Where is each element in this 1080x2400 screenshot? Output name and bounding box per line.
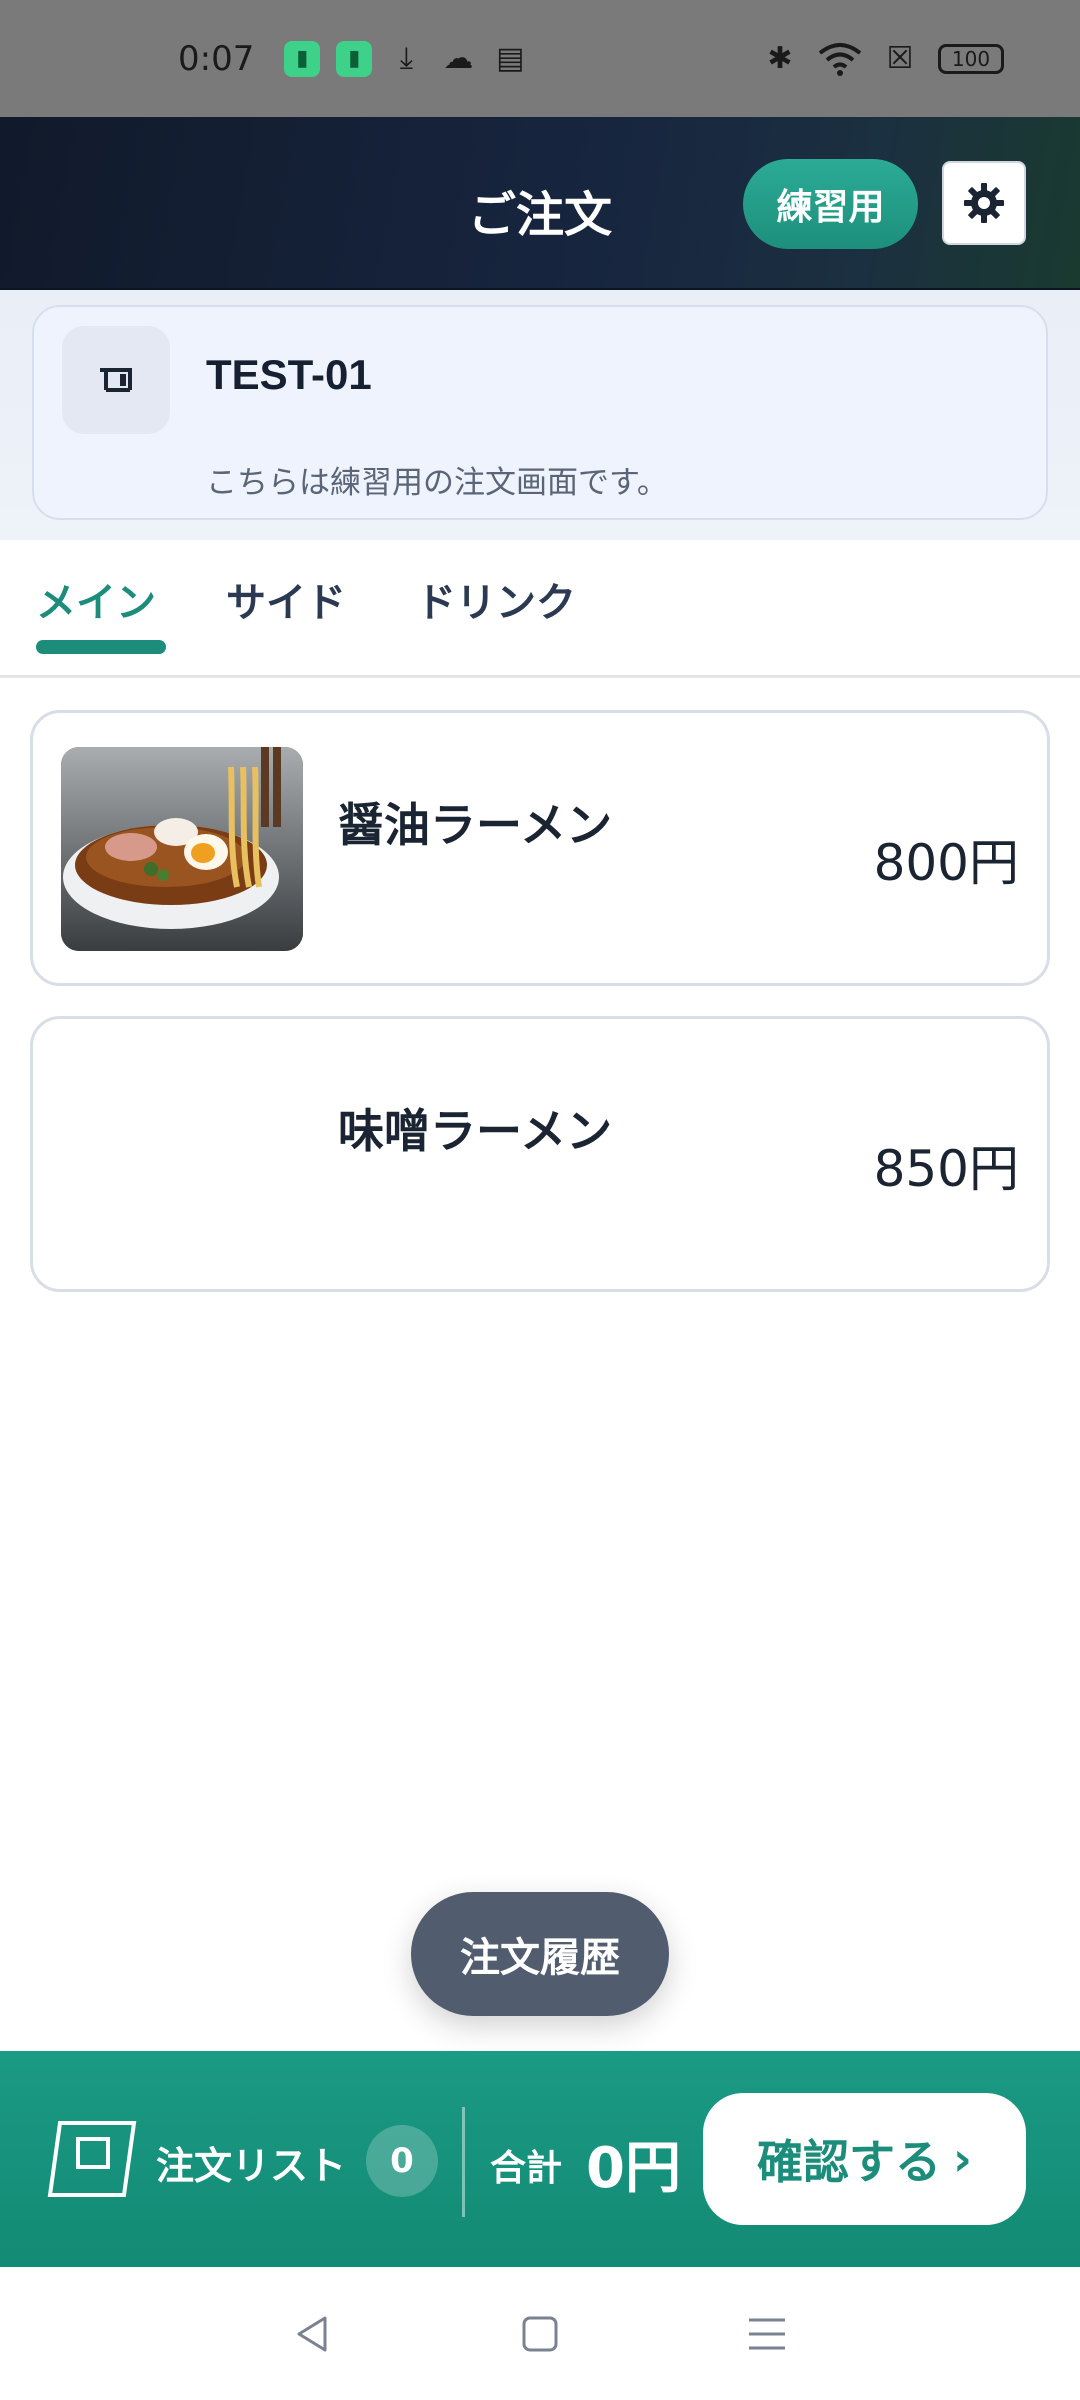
page-title: ご注文	[467, 187, 612, 243]
screen: 0:07 ▮ ▮ ⤓ ☁ ▤ ✱ ☒ 100 ご注文 練習用 TEST-01 こ…	[0, 0, 1080, 2400]
order-bar-divider	[462, 2107, 465, 2217]
tab-side[interactable]: サイド	[226, 570, 346, 628]
status-time: 0:07	[178, 38, 255, 79]
order-list-icon	[47, 2121, 137, 2197]
app-header: ご注文 練習用	[0, 117, 1080, 290]
total-value: 0円	[586, 2136, 681, 2201]
order-count-badge: 0	[366, 2125, 438, 2197]
calendar-icon: ▤	[496, 41, 525, 76]
item-name: 味噌ラーメン	[338, 1104, 613, 1158]
menu-icon	[748, 2318, 785, 2349]
download-icon: ⤓	[399, 41, 413, 76]
tab-drink[interactable]: ドリンク	[416, 570, 576, 628]
order-list-label[interactable]: 注文リスト	[156, 2135, 346, 2190]
menu-item-shoyu-ramen[interactable]: 醤油ラーメン 800円	[30, 710, 1050, 986]
chevron-right-icon: ›	[953, 2132, 972, 2186]
back-icon	[297, 2316, 327, 2351]
active-tab-indicator	[36, 640, 166, 654]
system-icons: ✱ ☒ 100	[762, 41, 1004, 77]
item-price: 850円	[873, 1140, 1019, 1198]
recents-button[interactable]	[737, 2304, 797, 2364]
item-name: 醤油ラーメン	[338, 798, 613, 852]
confirm-label: 確認する	[757, 2135, 942, 2189]
table-icon	[100, 368, 132, 392]
home-button[interactable]	[510, 2304, 570, 2364]
info-note: こちらは練習用の注文画面です。	[206, 465, 668, 501]
notification-icons: ▮ ▮ ⤓ ☁ ▤	[284, 40, 528, 77]
battery-saver-icon: ▮	[284, 40, 321, 77]
shoyu-ramen-photo	[61, 747, 303, 951]
wifi-icon	[818, 42, 862, 76]
cloud-icon: ☁	[443, 41, 474, 76]
practice-badge: 練習用	[743, 159, 918, 249]
settings-button[interactable]	[942, 161, 1026, 245]
table-id: TEST-01	[206, 351, 372, 398]
order-history-button[interactable]: 注文履歴	[411, 1892, 669, 2016]
menu-item-miso-ramen[interactable]: 味噌ラーメン 850円	[30, 1016, 1050, 1292]
home-icon	[522, 2316, 558, 2351]
battery-saver-icon-2: ▮	[336, 40, 373, 77]
back-button[interactable]	[283, 2304, 343, 2364]
bluetooth-icon: ✱	[767, 41, 793, 76]
status-bar: 0:07 ▮ ▮ ⤓ ☁ ▤ ✱ ☒ 100	[0, 0, 1080, 117]
item-price: 800円	[873, 834, 1019, 892]
category-tabs: メイン サイド ドリンク	[0, 540, 1080, 678]
system-nav-bar	[0, 2267, 1080, 2400]
table-icon-box	[62, 326, 170, 434]
order-bar: 注文リスト 0 合計 0円 確認する ›	[0, 2051, 1080, 2267]
total-label: 合計	[490, 2148, 563, 2189]
tab-main[interactable]: メイン	[36, 570, 156, 628]
gear-icon	[964, 183, 1004, 223]
confirm-button[interactable]: 確認する ›	[703, 2093, 1026, 2225]
battery-icon: 100	[938, 43, 1004, 74]
info-band: TEST-01 こちらは練習用の注文画面です。	[0, 290, 1080, 540]
no-sim-icon: ☒	[886, 41, 914, 76]
table-info-card: TEST-01 こちらは練習用の注文画面です。	[32, 305, 1048, 520]
